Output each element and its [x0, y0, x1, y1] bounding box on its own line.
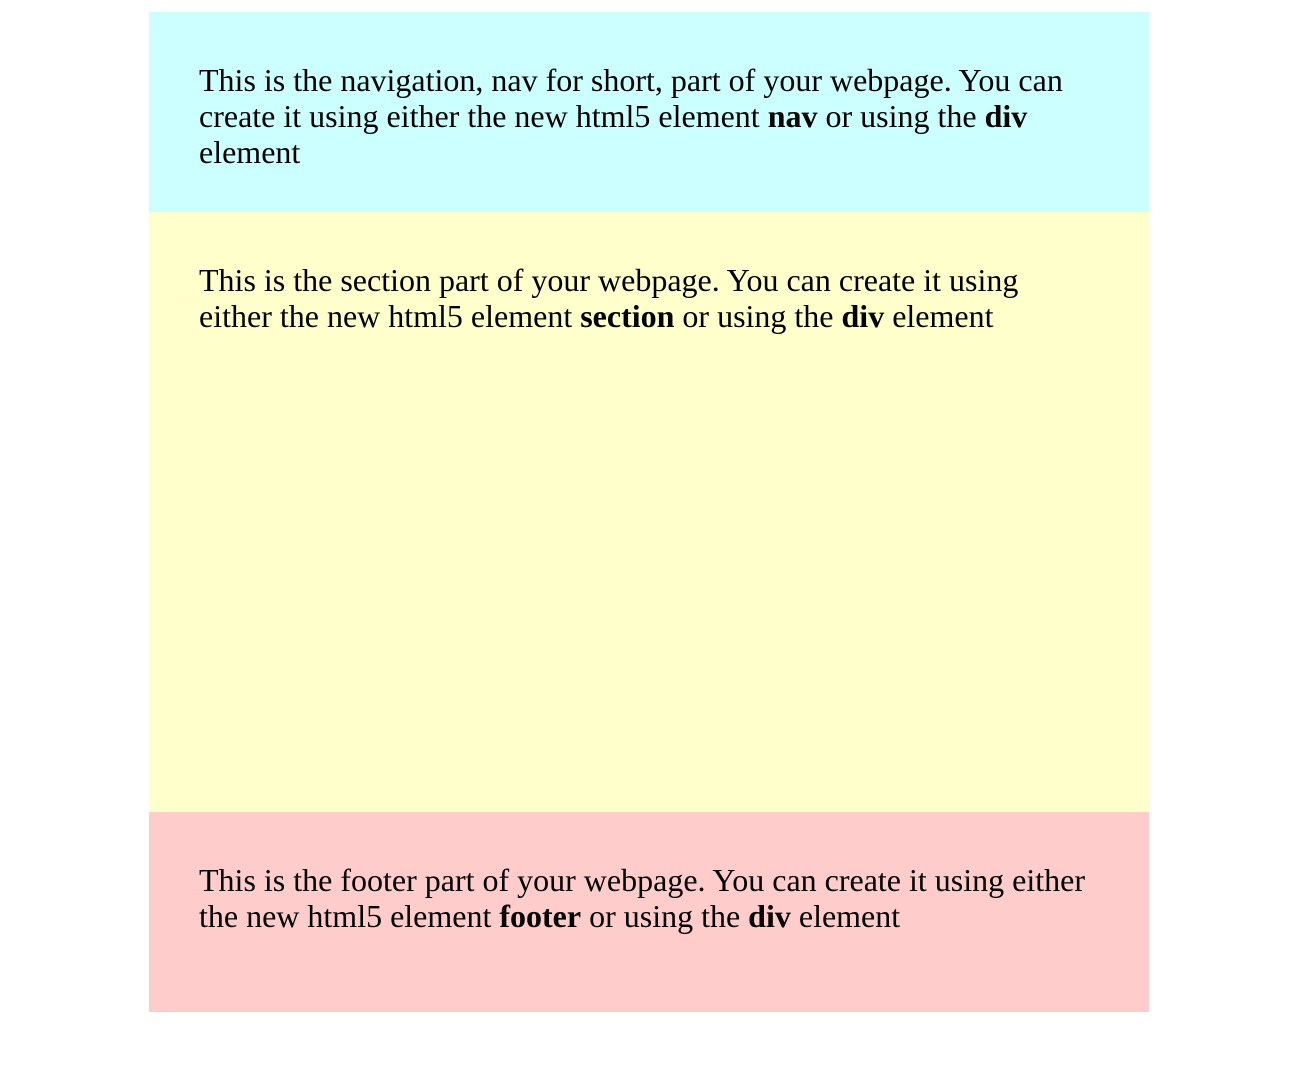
- nav-element-name: nav: [767, 98, 818, 134]
- footer-text-middle: or using the: [581, 898, 749, 934]
- footer-paragraph: This is the footer part of your webpage.…: [199, 862, 1099, 934]
- section-element-name: section: [580, 298, 675, 334]
- page-container: This is the navigation, nav for short, p…: [149, 12, 1149, 1012]
- nav-paragraph: This is the navigation, nav for short, p…: [199, 62, 1099, 170]
- section-div-name: div: [841, 298, 885, 334]
- nav-text-middle: or using the: [817, 98, 985, 134]
- nav-text-after: element: [199, 134, 301, 170]
- footer-element-name: footer: [499, 898, 582, 934]
- section-text-after: element: [884, 298, 994, 334]
- footer-block: This is the footer part of your webpage.…: [149, 812, 1149, 1012]
- section-text-middle: or using the: [674, 298, 842, 334]
- nav-block: This is the navigation, nav for short, p…: [149, 12, 1149, 212]
- footer-div-name: div: [748, 898, 791, 934]
- footer-text-after: element: [790, 898, 901, 934]
- nav-div-name: div: [984, 98, 1028, 134]
- section-block: This is the section part of your webpage…: [149, 212, 1149, 812]
- section-paragraph: This is the section part of your webpage…: [199, 262, 1099, 334]
